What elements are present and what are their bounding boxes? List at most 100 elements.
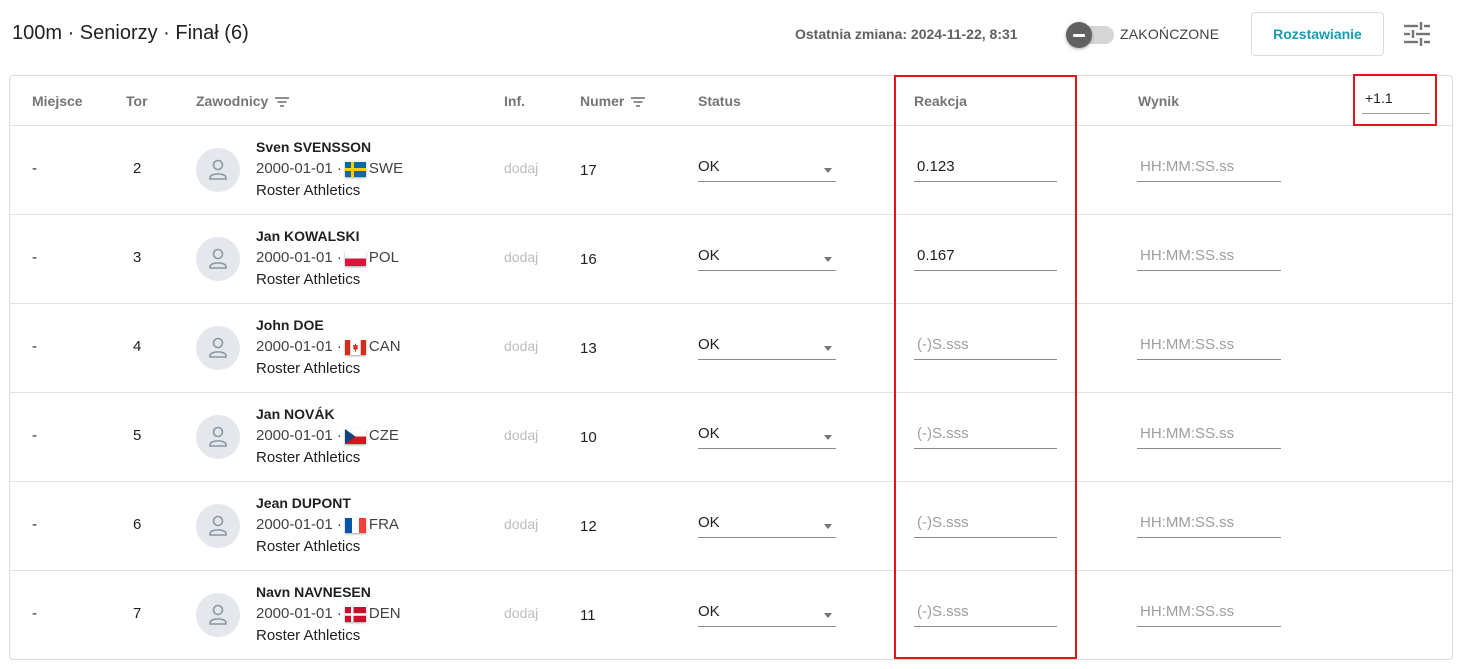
info-add-link[interactable]: dodaj bbox=[504, 338, 538, 354]
result-input[interactable]: HH:MM:SS.ss bbox=[1137, 326, 1281, 360]
info-add-link[interactable]: dodaj bbox=[504, 249, 538, 265]
reaction-input[interactable]: 0.123 bbox=[914, 148, 1057, 182]
chevron-down-icon bbox=[824, 257, 832, 262]
athlete-country: POL bbox=[368, 249, 399, 266]
reaction-value: (-)S.sss bbox=[917, 603, 969, 620]
info-add-link[interactable]: dodaj bbox=[504, 427, 538, 443]
chevron-down-icon bbox=[824, 524, 832, 529]
status-select[interactable]: OK bbox=[698, 326, 836, 360]
lane-cell: 7 bbox=[133, 605, 142, 622]
results-table: Miejsce Tor Zawodnicy Inf. Numer Status … bbox=[9, 75, 1453, 660]
result-input[interactable]: HH:MM:SS.ss bbox=[1137, 237, 1281, 271]
result-placeholder: HH:MM:SS.ss bbox=[1140, 336, 1235, 353]
athlete-dob: 2000-01-01 · bbox=[256, 160, 342, 177]
reaction-value: (-)S.sss bbox=[917, 425, 969, 442]
column-athletes-label: Zawodnicy bbox=[196, 93, 269, 109]
athlete-country: CAN bbox=[368, 338, 401, 355]
athlete-info[interactable]: Navn NAVNESEN 2000-01-01 · DEN Roster At… bbox=[256, 581, 401, 647]
reaction-value: (-)S.sss bbox=[917, 514, 969, 531]
athlete-info[interactable]: Jan KOWALSKI 2000-01-01 · POL Roster Ath… bbox=[256, 225, 399, 291]
lane-cell: 5 bbox=[133, 427, 142, 444]
result-input[interactable]: HH:MM:SS.ss bbox=[1137, 415, 1281, 449]
status-select[interactable]: OK bbox=[698, 415, 836, 449]
result-input[interactable]: HH:MM:SS.ss bbox=[1137, 593, 1281, 627]
roster-button[interactable]: Rozstawianie bbox=[1251, 12, 1384, 56]
athlete-dob-country: 2000-01-01 · POL bbox=[256, 247, 399, 269]
column-athletes[interactable]: Zawodnicy bbox=[196, 93, 290, 109]
table-row: - 3 Jan KOWALSKI 2000-01-01 · POL Roster… bbox=[10, 215, 1452, 304]
athlete-dob-country: 2000-01-01 · SWE bbox=[256, 158, 403, 180]
column-status: Status bbox=[698, 93, 741, 109]
athlete-dob-country: 2000-01-01 · CZE bbox=[256, 425, 399, 447]
table-row: - 7 Navn NAVNESEN 2000-01-01 · DEN Roste… bbox=[10, 571, 1452, 660]
bib-number: 11 bbox=[580, 607, 596, 624]
wind-input[interactable]: +1.1 bbox=[1362, 86, 1430, 114]
avatar bbox=[196, 504, 240, 548]
reaction-value: 0.123 bbox=[917, 158, 955, 175]
flag-icon bbox=[344, 517, 366, 533]
reaction-value: (-)S.sss bbox=[917, 336, 969, 353]
athlete-info[interactable]: Sven SVENSSON 2000-01-01 · SWE Roster At… bbox=[256, 136, 403, 202]
info-add-link[interactable]: dodaj bbox=[504, 605, 538, 621]
status-select[interactable]: OK bbox=[698, 504, 836, 538]
athlete-club: Roster Athletics bbox=[256, 271, 361, 288]
status-select[interactable]: OK bbox=[698, 593, 836, 627]
reaction-input[interactable]: (-)S.sss bbox=[914, 593, 1057, 627]
avatar bbox=[196, 593, 240, 637]
place-cell: - bbox=[32, 160, 37, 177]
info-add-link[interactable]: dodaj bbox=[504, 516, 538, 532]
filter-icon[interactable] bbox=[274, 95, 290, 107]
athlete-country: DEN bbox=[368, 605, 401, 622]
flag-icon bbox=[344, 250, 366, 266]
column-reaction: Reakcja bbox=[914, 93, 967, 109]
avatar bbox=[196, 415, 240, 459]
reaction-input[interactable]: (-)S.sss bbox=[914, 326, 1057, 360]
table-row: - 6 Jean DUPONT 2000-01-01 · FRA Roster … bbox=[10, 482, 1452, 571]
chevron-down-icon bbox=[824, 346, 832, 351]
athlete-name: Jan KOWALSKI bbox=[256, 228, 360, 244]
table-row: - 5 Jan NOVÁK 2000-01-01 · CZE Roster At… bbox=[10, 393, 1452, 482]
reaction-input[interactable]: (-)S.sss bbox=[914, 415, 1057, 449]
athlete-info[interactable]: John DOE 2000-01-01 · CAN Roster Athleti… bbox=[256, 314, 401, 380]
column-result: Wynik bbox=[1138, 93, 1179, 109]
reaction-input[interactable]: 0.167 bbox=[914, 237, 1057, 271]
reaction-input[interactable]: (-)S.sss bbox=[914, 504, 1057, 538]
result-placeholder: HH:MM:SS.ss bbox=[1140, 603, 1235, 620]
athlete-country: CZE bbox=[368, 427, 399, 444]
result-input[interactable]: HH:MM:SS.ss bbox=[1137, 504, 1281, 538]
column-place: Miejsce bbox=[32, 93, 83, 109]
avatar bbox=[196, 148, 240, 192]
result-input[interactable]: HH:MM:SS.ss bbox=[1137, 148, 1281, 182]
place-cell: - bbox=[32, 516, 37, 533]
finished-toggle[interactable] bbox=[1066, 22, 1114, 48]
reaction-value: 0.167 bbox=[917, 247, 955, 264]
chevron-down-icon bbox=[824, 613, 832, 618]
finished-toggle-label: ZAKOŃCZONE bbox=[1120, 26, 1220, 42]
athlete-info[interactable]: Jean DUPONT 2000-01-01 · FRA Roster Athl… bbox=[256, 492, 399, 558]
status-select[interactable]: OK bbox=[698, 148, 836, 182]
athlete-dob-country: 2000-01-01 · FRA bbox=[256, 514, 399, 536]
avatar bbox=[196, 237, 240, 281]
status-value: OK bbox=[698, 425, 720, 442]
info-add-link[interactable]: dodaj bbox=[504, 160, 538, 176]
table-row: - 2 Sven SVENSSON 2000-01-01 · SWE Roste… bbox=[10, 126, 1452, 215]
chevron-down-icon bbox=[824, 168, 832, 173]
bib-number: 16 bbox=[580, 251, 597, 268]
place-cell: - bbox=[32, 338, 37, 355]
place-cell: - bbox=[32, 427, 37, 444]
athlete-dob: 2000-01-01 · bbox=[256, 516, 342, 533]
column-number[interactable]: Numer bbox=[580, 93, 646, 109]
athlete-info[interactable]: Jan NOVÁK 2000-01-01 · CZE Roster Athlet… bbox=[256, 403, 399, 469]
status-value: OK bbox=[698, 336, 720, 353]
lane-cell: 3 bbox=[133, 249, 142, 266]
filter-icon[interactable] bbox=[630, 95, 646, 107]
status-select[interactable]: OK bbox=[698, 237, 836, 271]
athlete-dob: 2000-01-01 · bbox=[256, 605, 342, 622]
toggle-knob bbox=[1066, 22, 1092, 48]
athlete-club: Roster Athletics bbox=[256, 182, 361, 199]
last-change-text: Ostatnia zmiana: 2024-11-22, 8:31 bbox=[795, 26, 1018, 42]
tune-icon[interactable] bbox=[1402, 20, 1432, 48]
lane-cell: 6 bbox=[133, 516, 142, 533]
bib-number: 13 bbox=[580, 340, 597, 357]
status-value: OK bbox=[698, 158, 720, 175]
